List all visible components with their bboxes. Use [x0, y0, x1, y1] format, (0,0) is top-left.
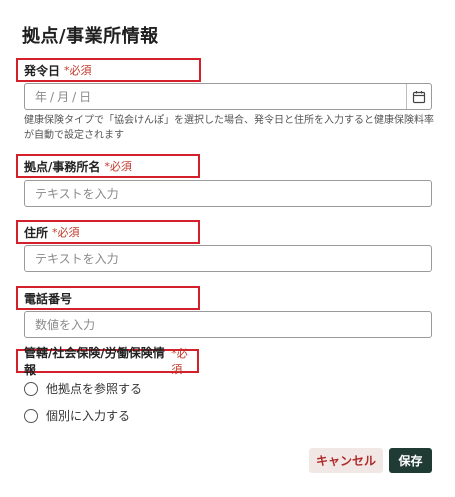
- required-mark: *必須: [104, 160, 132, 173]
- required-mark: *必須: [171, 347, 188, 376]
- cancel-button[interactable]: キャンセル: [309, 448, 383, 473]
- address-input[interactable]: テキストを入力: [24, 245, 432, 272]
- insurance-label-text: 管轄/社会保険/労働保険情報: [24, 346, 165, 377]
- date-separator: /: [50, 89, 55, 104]
- save-button[interactable]: 保存: [389, 448, 432, 473]
- page-title: 拠点/事業所情報: [22, 26, 159, 47]
- phone-label: 電話番号: [16, 286, 200, 310]
- date-separator: /: [72, 89, 77, 104]
- radio-option-reference[interactable]: 他拠点を参照する: [24, 380, 142, 397]
- insurance-label: 管轄/社会保険/労働保険情報 *必須: [16, 346, 199, 377]
- date-day: 日: [79, 90, 92, 104]
- office-name-input[interactable]: テキストを入力: [24, 180, 432, 207]
- issue-date-label: 発令日 *必須: [16, 58, 201, 82]
- phone-label-text: 電話番号: [24, 291, 73, 306]
- calendar-icon: [412, 90, 426, 103]
- phone-input[interactable]: 数値を入力: [24, 311, 432, 338]
- calendar-button[interactable]: [406, 84, 431, 109]
- radio-button[interactable]: [24, 408, 38, 423]
- issue-date-label-text: 発令日: [24, 63, 61, 78]
- radio-label: 個別に入力する: [46, 409, 131, 423]
- radio-label: 他拠点を参照する: [46, 382, 143, 396]
- address-label: 住所 *必須: [16, 220, 200, 244]
- address-placeholder: テキストを入力: [35, 252, 119, 266]
- office-name-label: 拠点/事務所名 *必須: [16, 154, 200, 178]
- radio-option-individual[interactable]: 個別に入力する: [24, 407, 130, 424]
- required-mark: *必須: [64, 64, 92, 77]
- radio-button[interactable]: [24, 381, 38, 396]
- issue-date-help-text: 健康保険タイプで「協会けんぽ」を選択した場合、発令日と住所を入力すると健康保険料…: [24, 115, 434, 141]
- required-mark: *必須: [52, 226, 80, 239]
- address-label-text: 住所: [24, 225, 49, 240]
- office-name-placeholder: テキストを入力: [35, 187, 119, 201]
- office-name-label-text: 拠点/事務所名: [24, 159, 101, 174]
- date-month: 月: [57, 90, 70, 104]
- phone-placeholder: 数値を入力: [35, 318, 96, 332]
- issue-date-input[interactable]: 年 / 月 / 日: [24, 83, 432, 110]
- date-year: 年: [35, 90, 48, 104]
